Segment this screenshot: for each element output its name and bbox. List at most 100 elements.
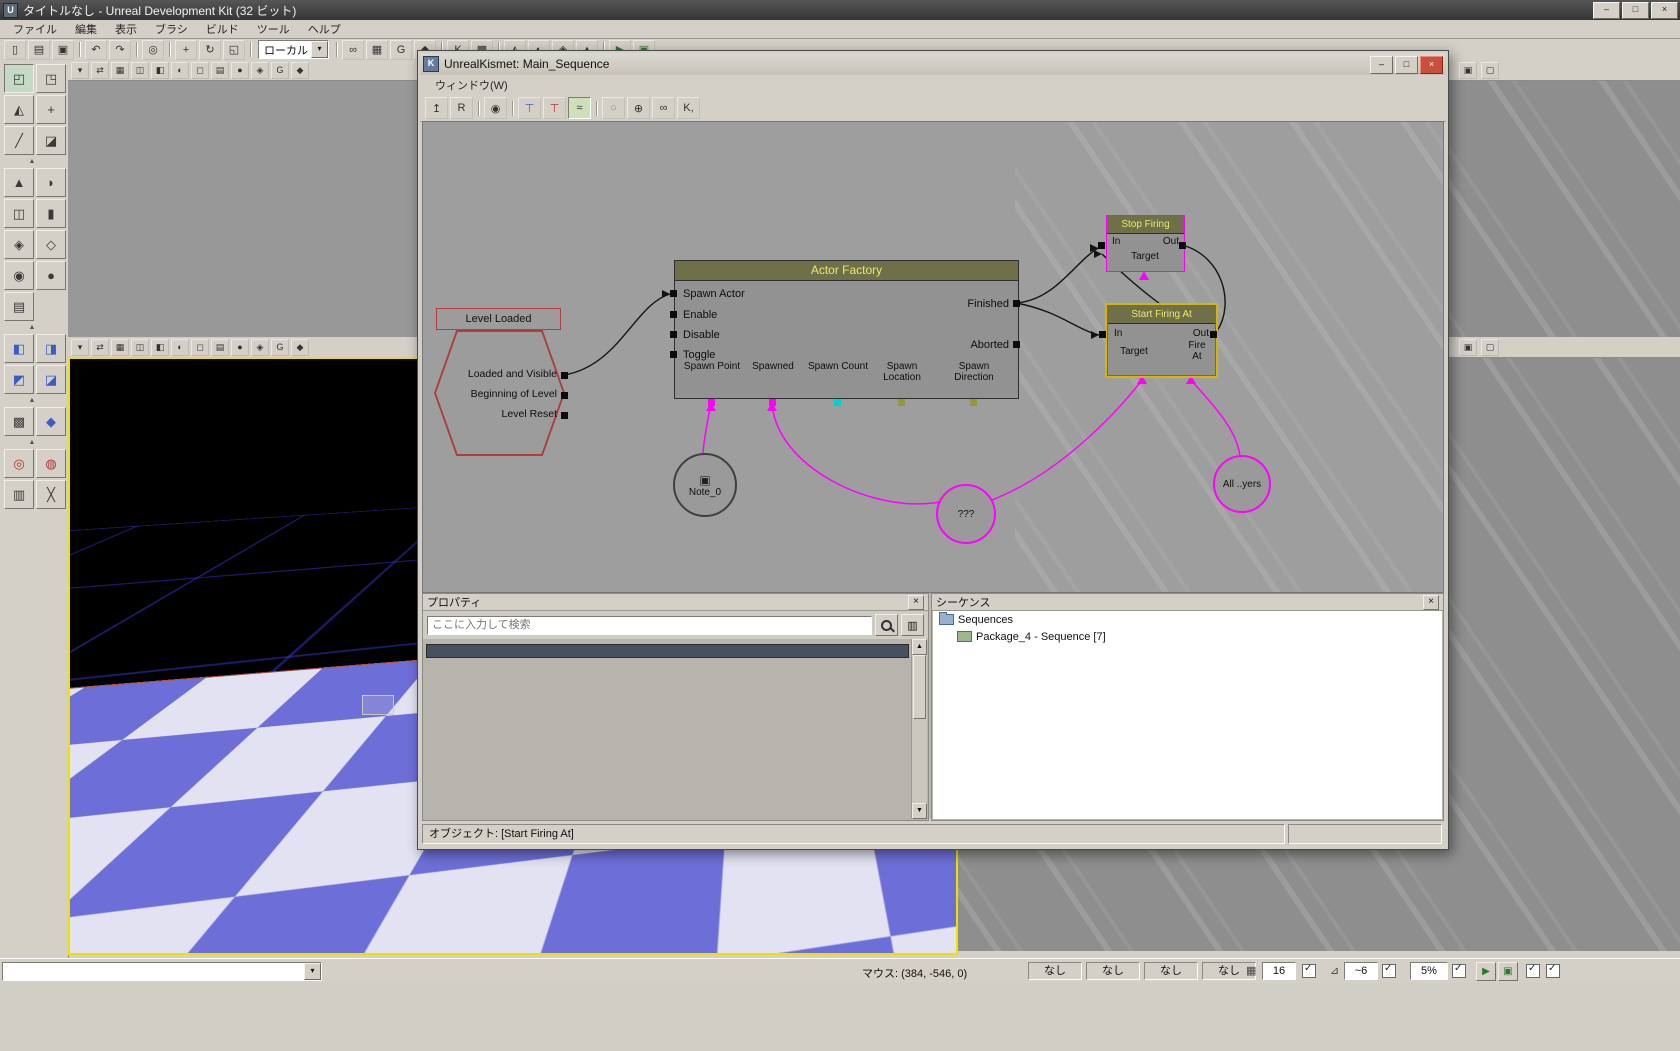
card-brush-icon[interactable]: ▤ <box>4 292 34 321</box>
option-checkbox[interactable] <box>1526 963 1540 978</box>
close-button[interactable]: × <box>1651 2 1678 19</box>
generic-browser-icon[interactable]: G <box>271 338 289 356</box>
camera-mode-icon[interactable]: ◰ <box>4 64 34 93</box>
menu-tools[interactable]: ツール <box>248 20 299 38</box>
texture-align-icon[interactable]: + <box>36 95 66 124</box>
kismet-maximize-button[interactable]: □ <box>1395 56 1418 74</box>
output-connector[interactable] <box>1210 331 1217 338</box>
input-connector[interactable] <box>670 311 677 318</box>
option-checkbox[interactable] <box>1546 963 1560 978</box>
lit-mode-icon[interactable]: ◐ <box>171 338 189 356</box>
output-connector[interactable] <box>561 412 568 419</box>
binoculars-icon[interactable]: ∞ <box>342 39 364 60</box>
maximize-viewport-icon[interactable]: ▣ <box>1459 339 1477 356</box>
rename-sequence-icon[interactable]: R <box>450 97 473 119</box>
search-icon[interactable] <box>875 614 898 636</box>
properties-scrollbar[interactable]: ▲ ▼ <box>911 639 927 819</box>
cylinder-brush-icon[interactable]: ▮ <box>36 199 66 228</box>
menu-brush[interactable]: ブラシ <box>146 20 197 38</box>
hide-connectors-icon[interactable]: ◉ <box>484 97 507 119</box>
minimize-button[interactable]: – <box>1593 2 1620 19</box>
csg-deintersect-icon[interactable]: ◪ <box>36 365 66 394</box>
kismet-k-icon[interactable]: K, <box>677 97 700 119</box>
viewport-options-icon[interactable]: ▾ <box>71 61 89 79</box>
csg-subtract-icon[interactable]: ◨ <box>36 334 66 363</box>
restore-viewport-icon[interactable]: ▢ <box>1481 339 1499 356</box>
teardrop-brush-icon[interactable]: ◗ <box>36 168 66 197</box>
selected-object-bar[interactable] <box>426 644 909 658</box>
viewport-options-icon[interactable]: ▾ <box>71 338 89 356</box>
unlit-mode-icon[interactable]: ◧ <box>151 338 169 356</box>
close-icon[interactable]: × <box>1423 594 1439 610</box>
debug-lightbulb-icon[interactable]: ○ <box>602 97 625 119</box>
menu-file[interactable]: ファイル <box>4 20 66 38</box>
search-actors-icon[interactable]: ◎ <box>142 39 164 60</box>
csg-add-icon[interactable]: ◧ <box>4 334 34 363</box>
variable-connector[interactable] <box>834 399 841 406</box>
kismet-close-button[interactable]: × <box>1420 56 1443 74</box>
kismet-minimize-button[interactable]: – <box>1370 56 1393 74</box>
spiral-stair-brush-icon[interactable]: ◉ <box>4 261 34 290</box>
menu-build[interactable]: ビルド <box>197 20 248 38</box>
chevron-down-icon[interactable]: ▾ <box>304 963 321 980</box>
lock-viewport-icon[interactable]: ◆ <box>291 61 309 79</box>
close-icon[interactable]: × <box>908 594 924 610</box>
undo-icon[interactable]: ↶ <box>85 39 107 60</box>
translate-widget-icon[interactable]: + <box>175 39 197 60</box>
sphere-brush-icon[interactable]: ● <box>36 261 66 290</box>
grid-size-field[interactable]: 16 <box>1262 962 1296 980</box>
curved-stair-brush-icon[interactable]: ◈ <box>4 230 34 259</box>
scale-field[interactable]: 5% <box>1410 962 1448 980</box>
coordinate-space-combobox[interactable]: ローカル ▾ <box>258 40 329 59</box>
output-connector[interactable] <box>1013 300 1020 307</box>
input-connector[interactable] <box>670 290 677 297</box>
search-icon[interactable]: ⊕ <box>627 97 650 119</box>
sheet-brush-icon[interactable]: ◇ <box>36 230 66 259</box>
perspective-icon[interactable]: ◈ <box>251 61 269 79</box>
lock-viewport-icon[interactable]: ◆ <box>291 338 309 356</box>
menu-help[interactable]: ヘルプ <box>299 20 350 38</box>
game-view-icon[interactable]: ● <box>231 338 249 356</box>
show-flags-icon[interactable]: ▤ <box>211 338 229 356</box>
node-note[interactable]: ▣ Note_0 <box>673 453 737 517</box>
maximize-viewport-icon[interactable]: ▣ <box>1459 62 1477 79</box>
maximize-button[interactable]: □ <box>1622 2 1649 19</box>
snap-grid-icon[interactable]: ▦ <box>366 39 388 60</box>
zoom-fit-icon[interactable]: ⊤ <box>518 97 541 119</box>
tree-item-package[interactable]: Package_4 - Sequence [7] <box>933 628 1442 645</box>
wireframe-mode-icon[interactable]: ◻ <box>191 338 209 356</box>
node-actor-factory[interactable]: Actor Factory Spawn Actor Enable Disable… <box>674 260 1019 399</box>
variable-connector[interactable] <box>708 399 715 406</box>
autosave-icon[interactable]: ▶ <box>1476 962 1496 981</box>
node-start-firing-at[interactable]: Start Firing At In Out Target Fire At <box>1107 305 1216 376</box>
output-connector[interactable] <box>1013 341 1020 348</box>
rotate-widget-icon[interactable]: ↻ <box>199 39 221 60</box>
scale-snap-checkbox[interactable] <box>1452 963 1466 978</box>
link-icon[interactable]: ∞ <box>652 97 675 119</box>
grid-icon[interactable]: ▦ <box>111 338 129 356</box>
perspective-icon[interactable]: ◈ <box>251 338 269 356</box>
grid-snap-checkbox[interactable] <box>1302 963 1316 978</box>
redo-icon[interactable]: ↷ <box>109 39 131 60</box>
brush-wireframe-icon[interactable]: ◫ <box>131 61 149 79</box>
scale-widget-icon[interactable]: ◱ <box>223 39 245 60</box>
unlit-mode-icon[interactable]: ◧ <box>151 61 169 79</box>
chevron-down-icon[interactable]: ▾ <box>311 41 328 58</box>
kismet-graph-canvas[interactable]: Level Loaded Loaded and Visible Beginnin… <box>422 121 1444 593</box>
generic-browser-icon[interactable]: G <box>271 61 289 79</box>
build-tool-icon[interactable]: ╳ <box>36 480 66 509</box>
generic-browser-icon[interactable]: G <box>390 39 412 60</box>
package-save-icon[interactable]: ▣ <box>1498 962 1518 981</box>
node-unknown-variable[interactable]: ??? <box>936 484 996 544</box>
angle-snap-field[interactable]: ~6 <box>1344 962 1378 980</box>
console-command-combobox[interactable]: ▾ <box>2 962 322 981</box>
input-connector[interactable] <box>1099 331 1106 338</box>
camera-pan-icon[interactable]: ⇄ <box>91 61 109 79</box>
terrain-mode-icon[interactable]: ◭ <box>4 95 34 124</box>
cone-brush-icon[interactable]: ▲ <box>4 168 34 197</box>
variable-connector[interactable] <box>769 399 776 406</box>
special-brush-icon[interactable]: ▩ <box>4 407 34 436</box>
column-options-icon[interactable]: ▥ <box>901 614 924 636</box>
show-flags-icon[interactable]: ▤ <box>211 61 229 79</box>
zoom-selected-icon[interactable]: ⊤ <box>543 97 566 119</box>
